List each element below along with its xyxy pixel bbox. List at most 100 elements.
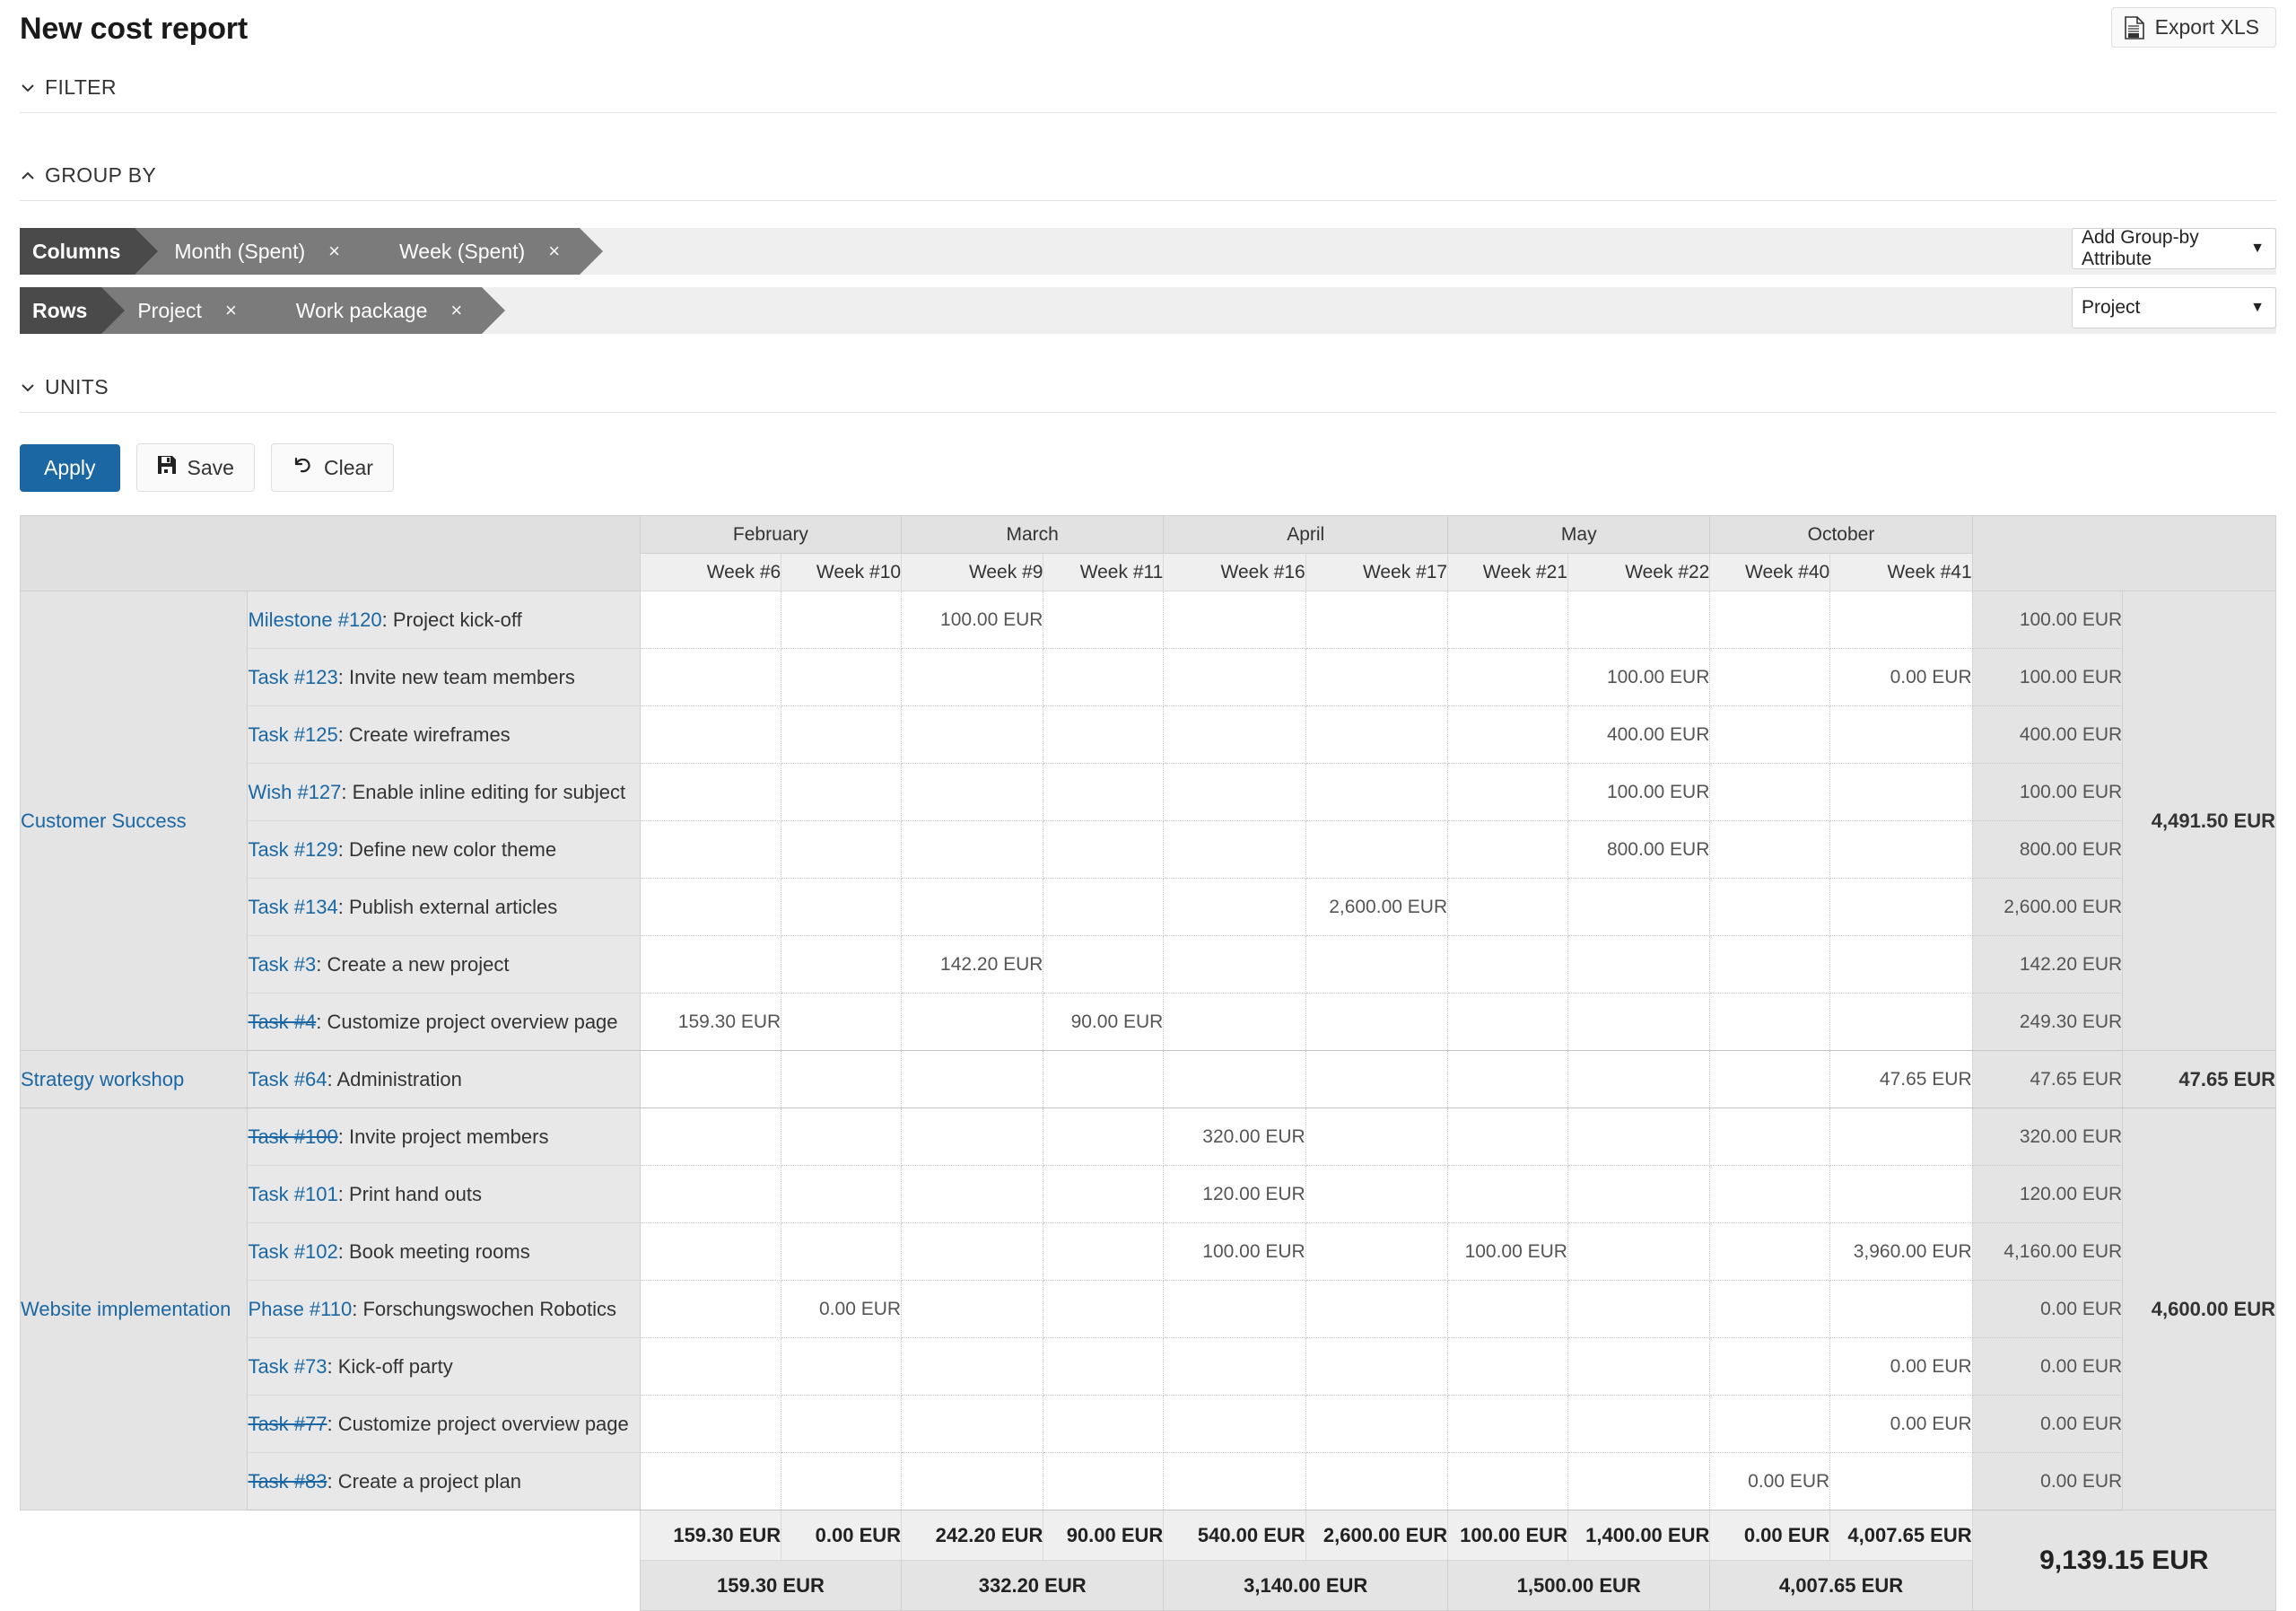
month-total-may: 1,500.00 EUR: [1447, 1560, 1711, 1611]
footer-blank-cell: [20, 1510, 641, 1561]
cost-cell: [1709, 1395, 1831, 1453]
cost-report-table-wrap: February March April May October Week #6…: [0, 515, 2296, 1611]
cost-cell: 100.00 EUR: [1163, 1222, 1306, 1281]
row-total-cell: 800.00 EUR: [1972, 820, 2124, 879]
work-package-link[interactable]: Task #123: [248, 666, 337, 688]
chip-remove-icon[interactable]: ×: [450, 301, 462, 320]
cost-cell: [1043, 878, 1165, 936]
cost-cell: [1163, 1452, 1306, 1510]
week-totals-row: 159.30 EUR 0.00 EUR 242.20 EUR 90.00 EUR…: [20, 1510, 2277, 1611]
cost-cell: [1163, 591, 1306, 649]
cost-cell: [1447, 705, 1568, 764]
work-package-link[interactable]: Task #134: [248, 896, 337, 918]
month-header-february: February: [639, 515, 903, 554]
work-package-cell: Task #134: Publish external articles: [247, 878, 641, 936]
month-header-march: March: [901, 515, 1165, 554]
row-total-cell: 249.30 EUR: [1972, 993, 2124, 1051]
cost-cell: [1829, 820, 1973, 879]
save-label: Save: [187, 455, 234, 479]
cost-cell: [1709, 993, 1831, 1051]
cost-cell: [1305, 935, 1449, 994]
project-name-cell[interactable]: Customer Success: [19, 591, 249, 1051]
cost-cell: [639, 705, 782, 764]
month-header-may: May: [1447, 515, 1711, 554]
chip-remove-icon[interactable]: ×: [328, 241, 340, 261]
work-package-subject: : Publish external articles: [337, 895, 558, 918]
chevron-down-icon: ▼: [2250, 241, 2265, 256]
work-package-cell: Task #125: Create wireframes: [247, 705, 641, 764]
cost-cell: [1447, 1395, 1568, 1453]
apply-button[interactable]: Apply: [20, 443, 120, 492]
work-package-link[interactable]: Task #102: [248, 1240, 337, 1263]
groupby-chip-week-spent[interactable]: Week (Spent) ×: [360, 228, 604, 275]
cost-cell: 120.00 EUR: [1163, 1165, 1306, 1223]
row-total-cell: 0.00 EUR: [1972, 1395, 2124, 1453]
work-package-link[interactable]: Task #4: [248, 1011, 316, 1033]
cost-cell: [901, 1165, 1044, 1223]
cost-cell: [1709, 1165, 1831, 1223]
work-package-link[interactable]: Wish #127: [248, 781, 341, 803]
cost-cell: [1447, 648, 1568, 706]
work-package-link[interactable]: Phase #110: [248, 1298, 352, 1320]
week-header-22: Week #22: [1567, 553, 1711, 591]
floppy-disk-icon: [157, 455, 177, 480]
work-package-link[interactable]: Task #77: [248, 1413, 327, 1435]
cost-cell: [1447, 1280, 1568, 1338]
work-package-link[interactable]: Task #129: [248, 838, 337, 861]
work-package-subject: : Customize project overview page: [316, 1010, 618, 1033]
cost-cell: 0.00 EUR: [1829, 1395, 1973, 1453]
add-groupby-attribute-select[interactable]: Add Group-by Attribute ▼: [2072, 227, 2276, 269]
cost-cell: [1163, 820, 1306, 879]
cost-cell: [1305, 1337, 1449, 1396]
cost-cell: [781, 1452, 903, 1510]
page-header: New cost report Export XLS: [0, 0, 2296, 56]
corner-blank-cell: [20, 515, 641, 591]
cost-cell: [1829, 993, 1973, 1051]
clear-button[interactable]: Clear: [270, 443, 394, 492]
row-total-cell: 0.00 EUR: [1972, 1452, 2124, 1510]
cost-cell: [1305, 1395, 1449, 1453]
report-actions: Apply Save Clear: [20, 443, 2276, 492]
work-package-link[interactable]: Task #83: [248, 1470, 327, 1493]
chip-remove-icon[interactable]: ×: [548, 241, 560, 261]
week-total-22: 1,400.00 EUR: [1567, 1510, 1711, 1561]
chevron-down-icon: ▼: [2250, 300, 2265, 315]
work-package-cell: Task #73: Kick-off party: [247, 1337, 641, 1396]
table-row: Task #83: Create a project plan 0.00 EUR 0…: [21, 1452, 2276, 1510]
save-button[interactable]: Save: [135, 443, 255, 492]
cost-cell: [1567, 1050, 1711, 1108]
cost-cell: [1709, 591, 1831, 649]
cost-cell: [639, 1050, 782, 1108]
cost-cell: [781, 878, 903, 936]
month-header-april: April: [1163, 515, 1449, 554]
work-package-link[interactable]: Task #73: [248, 1355, 327, 1378]
rows-groupby-select[interactable]: Project ▼: [2072, 287, 2276, 328]
project-total-cell: 4,600.00 EUR: [2122, 1108, 2276, 1510]
work-package-link[interactable]: Task #101: [248, 1183, 337, 1205]
section-groupby-label: GROUP BY: [45, 163, 157, 187]
work-package-link[interactable]: Task #64: [248, 1068, 327, 1090]
groupby-chip-work-package[interactable]: Work package ×: [256, 287, 506, 334]
work-package-link[interactable]: Milestone #120: [248, 609, 381, 631]
project-name-cell[interactable]: Website implementation: [19, 1108, 249, 1510]
week-header-40: Week #40: [1709, 553, 1831, 591]
work-package-link[interactable]: Task #3: [248, 953, 316, 976]
section-filter-toggle[interactable]: FILTER: [20, 56, 2276, 113]
section-units-toggle[interactable]: UNITS: [20, 355, 2276, 413]
table-body: Customer Success Milestone #120: Project …: [19, 591, 2276, 1510]
row-total-cell: 0.00 EUR: [1972, 1280, 2124, 1338]
project-name-cell[interactable]: Strategy workshop: [19, 1050, 249, 1108]
work-package-link[interactable]: Task #100: [248, 1125, 337, 1148]
chip-remove-icon[interactable]: ×: [225, 301, 237, 320]
cost-cell: [1567, 1337, 1711, 1396]
cost-cell: [639, 1395, 782, 1453]
groupby-chip-month-spent[interactable]: Month (Spent) ×: [135, 228, 383, 275]
cost-cell: [901, 1280, 1044, 1338]
export-xls-button[interactable]: Export XLS: [2110, 7, 2276, 48]
cost-report-table: February March April May October Week #6…: [19, 515, 2277, 1611]
cost-cell: [901, 1108, 1044, 1166]
cost-cell: [901, 1222, 1044, 1281]
section-groupby-toggle[interactable]: GROUP BY: [20, 144, 2276, 201]
work-package-link[interactable]: Task #125: [248, 723, 337, 746]
cost-cell: [1305, 1280, 1449, 1338]
